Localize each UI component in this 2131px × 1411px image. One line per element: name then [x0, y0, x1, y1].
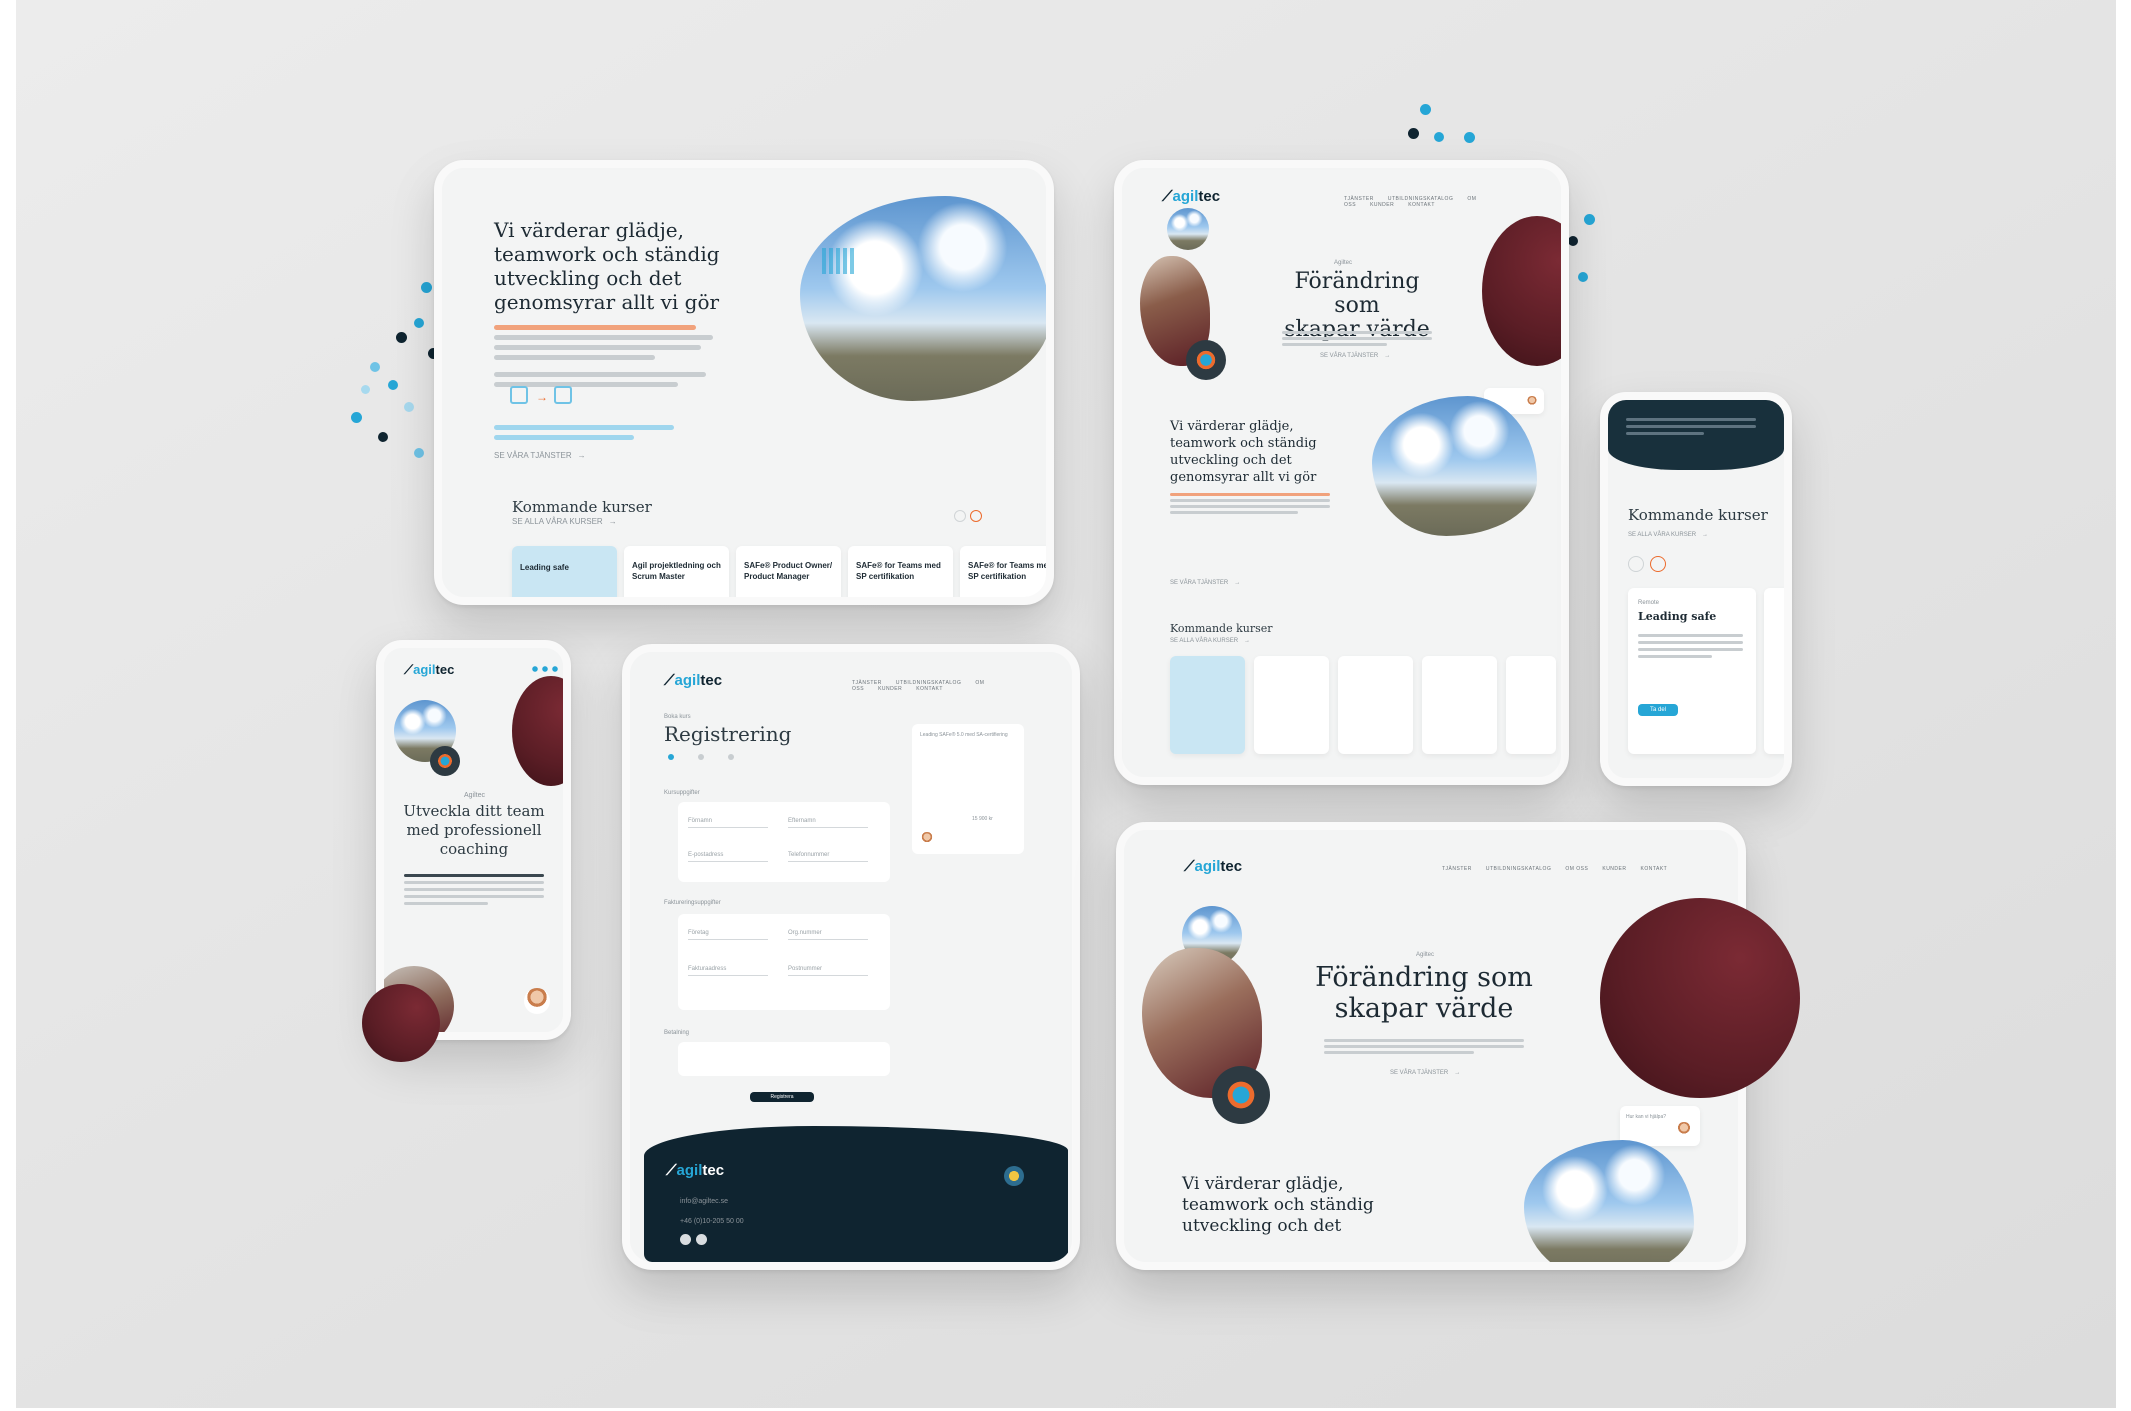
- step-betalning[interactable]: [728, 754, 734, 760]
- hero-eyebrow: Agiltec: [1334, 260, 1353, 266]
- email-field[interactable]: E-postadress: [688, 852, 768, 862]
- hero-eyebrow: Agiltec: [1416, 952, 1435, 958]
- courses-heading: Kommande kurser: [512, 498, 652, 516]
- hero-title: Utveckla ditt team med professionell coach…: [403, 802, 545, 858]
- course-card[interactable]: Agil projektledning och Scrum Master: [624, 546, 729, 597]
- courses-next-button[interactable]: [970, 510, 982, 522]
- main-nav: TJÄNSTER UTBILDNINGSKATALOG OM OSS KUNDER KO…: [1442, 866, 1668, 872]
- footer: ⟋agiltec info@agiltec.se +46 (0)10-205 5…: [644, 1126, 1068, 1262]
- course-card[interactable]: SAFe® for Teams med SP certifikation: [960, 546, 1046, 597]
- facebook-icon[interactable]: [696, 1234, 707, 1245]
- footer-email[interactable]: info@agiltec.se: [680, 1196, 728, 1207]
- order-summary: Leading SAFe® 5.0 med SA-certifiering 15…: [912, 724, 1024, 854]
- tablet-registration: ⟋agiltec TJÄNSTER UTBILDNINGSKATALOG OM OS…: [622, 644, 1080, 1270]
- values-cta[interactable]: SE VÅRA TJÄNSTER →: [1170, 578, 1240, 589]
- values-title-line3: utveckling och det: [494, 266, 682, 290]
- logo[interactable]: ⟋agiltec: [1184, 858, 1242, 875]
- submit-button[interactable]: Registrera: [750, 1092, 814, 1102]
- values-title: Vi värderar glädje,: [1170, 419, 1294, 434]
- values-cta[interactable]: SE VÅRA TJÄNSTER →: [494, 450, 586, 461]
- course-card[interactable]: SAFe® for Teams med SP certifikation: [848, 546, 953, 597]
- registration-title: Registrering: [664, 722, 792, 746]
- decor-circle-phone: [362, 984, 440, 1062]
- team-icon: [554, 386, 572, 404]
- course-card[interactable]: Leading safe: [512, 546, 617, 597]
- courses-next-button[interactable]: [1650, 556, 1666, 572]
- course-card[interactable]: [1422, 656, 1497, 754]
- courses-see-all[interactable]: SE ALLA VÅRA KURSER →: [512, 516, 617, 527]
- courses-prev-button[interactable]: [954, 510, 966, 522]
- logo[interactable]: ⟋agiltec: [664, 672, 722, 689]
- company-field[interactable]: Företag: [688, 930, 768, 940]
- courses-prev-button[interactable]: [1628, 556, 1644, 572]
- avatar: [524, 988, 550, 1014]
- courses-heading: Kommande kurser: [1628, 506, 1768, 524]
- course-card[interactable]: SAFe® Product Owner/ Product Manager: [736, 546, 841, 597]
- decor-circle-climber: [1600, 898, 1800, 1098]
- phone-home: ⟋agiltec Agiltec Utveckla ditt team med p…: [376, 640, 571, 1040]
- form-panel: Företag Org.nummer Fakturaadress Postnum…: [678, 914, 890, 1010]
- courses-heading: Kommande kurser: [1170, 622, 1273, 635]
- menu-icon[interactable]: [530, 666, 560, 672]
- step-info[interactable]: [668, 754, 674, 760]
- course-card[interactable]: [1170, 656, 1245, 754]
- hero-image-small: [1167, 208, 1209, 250]
- phone-courses: Kommande kurser SE ALLA VÅRA KURSER → Rem…: [1600, 392, 1792, 786]
- avatar: [1526, 396, 1538, 408]
- address-field[interactable]: Fakturaadress: [688, 966, 768, 976]
- hero-image-climber: [512, 676, 563, 786]
- values-title-line2: teamwork och ständig: [494, 242, 720, 266]
- hero-image-climber: [1482, 216, 1561, 366]
- footer-logo[interactable]: ⟋agiltec: [666, 1162, 724, 1179]
- process-icon: [510, 386, 528, 404]
- course-book-button[interactable]: Ta del: [1638, 704, 1678, 716]
- course-card[interactable]: [1764, 588, 1784, 754]
- payment-panel[interactable]: [678, 1042, 890, 1076]
- values-image: [1524, 1140, 1694, 1262]
- registration-steps: [664, 754, 754, 774]
- arrow-icon: →: [536, 390, 548, 404]
- courses-see-all[interactable]: SE ALLA VÅRA KURSER →: [1628, 530, 1708, 541]
- hero-image-jump: [800, 196, 1046, 401]
- section-faktura: Faktureringsuppgifter: [664, 900, 721, 906]
- hero-cta[interactable]: SE VÅRA TJÄNSTER →: [1390, 1068, 1460, 1079]
- values-title: Vi värderar glädje,: [1182, 1174, 1344, 1194]
- org-number-field[interactable]: Org.nummer: [788, 930, 868, 940]
- footer-phone[interactable]: +46 (0)10-205 50 00: [680, 1216, 744, 1227]
- values-title-line1: Vi värderar glädje,: [494, 218, 684, 242]
- hero-image-target: [430, 746, 460, 776]
- courses-see-all[interactable]: SE ALLA VÅRA KURSER →: [1170, 636, 1250, 647]
- hero-cta[interactable]: SE VÅRA TJÄNSTER →: [1320, 351, 1390, 362]
- badge-icon: [1004, 1166, 1024, 1186]
- logo[interactable]: ⟋agiltec: [404, 662, 454, 678]
- postal-code-field[interactable]: Postnummer: [788, 966, 868, 976]
- main-nav: TJÄNSTER UTBILDNINGSKATALOG OM OSS KUNDER KO…: [852, 680, 985, 692]
- hero-title: Förändring som skapar värde: [1315, 962, 1533, 1024]
- phone-field[interactable]: Telefonnummer: [788, 852, 868, 862]
- hero-eyebrow: Agiltec: [464, 792, 486, 799]
- tablet-values: Vi värderar glädje, teamwork och ständig…: [434, 160, 1054, 605]
- linkedin-icon[interactable]: [680, 1234, 691, 1245]
- course-card[interactable]: [1254, 656, 1329, 754]
- logo[interactable]: ⟋agiltec: [1162, 188, 1220, 205]
- form-panel: Förnamn Efternamn E-postadress Telefonnu…: [678, 802, 890, 882]
- tablet-home: ⟋agiltec TJÄNSTER UTBILDNINGSKATALOG OM OS…: [1114, 160, 1569, 785]
- values-image: [1372, 396, 1537, 536]
- course-card[interactable]: [1338, 656, 1413, 754]
- course-card[interactable]: Remote Leading safe Ta del: [1628, 588, 1756, 754]
- first-name-field[interactable]: Förnamn: [688, 818, 768, 828]
- section-betalning: Betalning: [664, 1030, 690, 1036]
- course-card[interactable]: [1506, 656, 1556, 754]
- mockup-stage: Vi värderar glädje, teamwork och ständig…: [16, 0, 2116, 1408]
- main-nav: TJÄNSTER UTBILDNINGSKATALOG OM OSS KUNDER KO…: [1344, 196, 1477, 208]
- pixel-grid-icon: [822, 248, 856, 274]
- last-name-field[interactable]: Efternamn: [788, 818, 868, 828]
- avatar: [920, 832, 934, 846]
- avatar: [1676, 1122, 1692, 1138]
- hero-image-target: [1212, 1066, 1270, 1124]
- values-title-line4: genomsyrar allt vi gör: [494, 290, 720, 314]
- hero-image-target: [1186, 340, 1226, 380]
- section-kurs: Kursuppgifter: [664, 790, 700, 796]
- step-uppgifter[interactable]: [698, 754, 704, 760]
